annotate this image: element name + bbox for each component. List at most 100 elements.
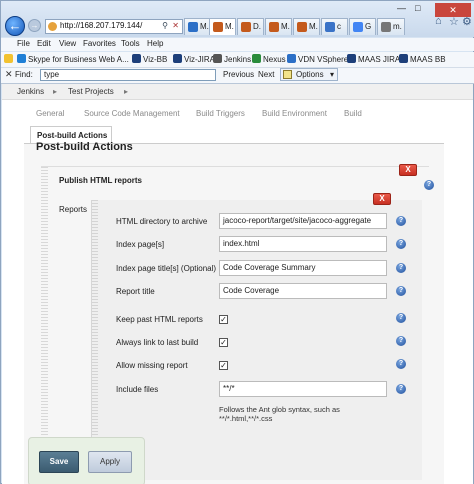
breadcrumb-separator-icon: ▸: [124, 87, 129, 96]
maximize-icon[interactable]: □: [415, 3, 420, 17]
menu-bar: File Edit View Favorites Tools Help: [1, 38, 474, 51]
tab-build[interactable]: Build: [344, 109, 362, 118]
tab-favicon-icon: [269, 22, 279, 32]
menu-help[interactable]: Help: [147, 39, 163, 48]
address-bar[interactable]: http://168.207.179.144/ ⚲ ✕: [45, 19, 183, 34]
stop-icon[interactable]: ✕: [172, 21, 179, 30]
browser-tab-label: M.: [200, 22, 209, 31]
find-options-button[interactable]: Options ▾: [280, 68, 338, 81]
allow-missing-help-icon[interactable]: ?: [396, 359, 406, 369]
favorites-star-icon[interactable]: [4, 54, 15, 64]
config-tabs: General Source Code Management Build Tri…: [2, 101, 473, 125]
breadcrumb-separator-icon: ▸: [53, 87, 58, 96]
browser-tab[interactable]: M.: [293, 18, 320, 35]
address-url: http://168.207.179.144/: [60, 21, 143, 30]
menu-file[interactable]: File: [17, 39, 30, 48]
breadcrumb-jenkins[interactable]: Jenkins: [17, 87, 44, 96]
report-title-help-icon[interactable]: ?: [396, 286, 406, 296]
minimize-icon[interactable]: —: [397, 3, 406, 17]
delete-report-button[interactable]: X: [373, 193, 391, 205]
apply-button[interactable]: Apply: [88, 451, 132, 473]
nexus-icon: [252, 54, 261, 63]
bitbucket-icon: [132, 54, 141, 63]
browser-tab[interactable]: m.: [377, 18, 405, 35]
tab-favicon-icon: [381, 22, 391, 32]
tab-favicon-icon: [188, 22, 198, 32]
tab-build-triggers[interactable]: Build Triggers: [196, 109, 245, 118]
favorite-item-vsphere[interactable]: VDN VSphere: [287, 54, 348, 64]
post-build-section: Post-build Actions Publish HTML reports …: [24, 141, 444, 484]
browser-tab-label: c: [337, 22, 341, 31]
skype-icon: [17, 54, 26, 63]
highlight-icon: [283, 70, 292, 79]
tab-favicon-icon: [325, 22, 335, 32]
tab-source-code-management[interactable]: Source Code Management: [84, 109, 180, 118]
close-window-icon[interactable]: ✕: [435, 3, 471, 17]
report-title-label: Report title: [116, 287, 155, 296]
publisher-help-icon[interactable]: ?: [424, 180, 434, 190]
tab-build-environment[interactable]: Build Environment: [262, 109, 327, 118]
keep-past-reports-label: Keep past HTML reports: [116, 315, 203, 324]
favorite-item-viz-jira[interactable]: Viz-JIRA: [173, 54, 215, 64]
browser-window: ← → http://168.207.179.144/ ⚲ ✕ M. M. D. M.…: [0, 0, 474, 484]
menu-edit[interactable]: Edit: [37, 39, 51, 48]
tab-favicon-icon: [241, 22, 251, 32]
back-button[interactable]: ←: [5, 16, 25, 36]
browser-tab[interactable]: D.: [237, 18, 264, 35]
allow-missing-label: Allow missing report: [116, 361, 188, 370]
find-label: Find:: [15, 70, 33, 79]
index-pages-label: Index page[s]: [116, 240, 165, 249]
allow-missing-checkbox[interactable]: ✓: [219, 361, 228, 370]
favorite-item-nexus[interactable]: Nexus: [252, 54, 286, 64]
reports-label: Reports: [59, 205, 88, 214]
close-find-icon[interactable]: ✕: [5, 69, 13, 80]
jenkins-icon: [213, 54, 222, 63]
browser-tab[interactable]: M.: [209, 18, 236, 35]
tab-favicon-icon: [213, 22, 223, 32]
browser-tab[interactable]: M.: [265, 18, 292, 35]
browser-tab[interactable]: G: [349, 18, 376, 35]
index-page-title-help-icon[interactable]: ?: [396, 263, 406, 273]
browser-tab-label: M.: [281, 22, 290, 31]
menu-tools[interactable]: Tools: [121, 39, 140, 48]
favorite-item-viz-bb[interactable]: Viz-BB: [132, 54, 167, 64]
forward-button[interactable]: →: [28, 19, 41, 32]
search-icon[interactable]: ⚲: [162, 21, 168, 30]
favorite-item-jenkins[interactable]: Jenkins: [213, 54, 251, 64]
include-files-help-icon[interactable]: ?: [396, 384, 406, 394]
menu-view[interactable]: View: [59, 39, 76, 48]
breadcrumb: Jenkins ▸ Test Projects ▸: [2, 84, 473, 100]
form-button-bar: Save Apply: [28, 437, 145, 484]
index-page-title-input[interactable]: Code Coverage Summary: [219, 260, 387, 276]
delete-publisher-button[interactable]: X: [399, 164, 417, 176]
find-input[interactable]: type: [40, 69, 216, 81]
tab-favicon-icon: [297, 22, 307, 32]
browser-tab[interactable]: c: [321, 18, 348, 35]
favorite-item-skype[interactable]: Skype for Business Web A...: [17, 54, 129, 64]
menu-favorites[interactable]: Favorites: [83, 39, 116, 48]
tab-general[interactable]: General: [36, 109, 64, 118]
html-directory-help-icon[interactable]: ?: [396, 216, 406, 226]
browser-tab[interactable]: M.: [184, 18, 211, 35]
report-title-input[interactable]: Code Coverage: [219, 283, 387, 299]
keep-past-reports-checkbox[interactable]: ✓: [219, 315, 228, 324]
favorite-item-maas-bb[interactable]: MAAS BB: [399, 54, 446, 64]
include-files-input[interactable]: **/*: [219, 381, 387, 397]
find-next-button[interactable]: Next: [258, 70, 274, 79]
chevron-down-icon: ▾: [330, 70, 335, 79]
site-icon: [48, 22, 57, 31]
save-button[interactable]: Save: [39, 451, 79, 473]
section-title: Post-build Actions: [36, 141, 133, 153]
publisher-title: Publish HTML reports: [59, 176, 142, 185]
index-pages-help-icon[interactable]: ?: [396, 239, 406, 249]
breadcrumb-test-projects[interactable]: Test Projects: [68, 87, 114, 96]
html-directory-input[interactable]: jacoco-report/target/site/jacoco-aggrega…: [219, 213, 387, 229]
always-link-label: Always link to last build: [116, 338, 199, 347]
always-link-checkbox[interactable]: ✓: [219, 338, 228, 347]
find-previous-button[interactable]: Previous: [223, 70, 254, 79]
favorite-item-maas-jira[interactable]: MAAS JIRA: [347, 54, 400, 64]
browser-tab-label: M.: [225, 22, 234, 31]
keep-past-reports-help-icon[interactable]: ?: [396, 313, 406, 323]
always-link-help-icon[interactable]: ?: [396, 336, 406, 346]
index-pages-input[interactable]: index.html: [219, 236, 387, 252]
